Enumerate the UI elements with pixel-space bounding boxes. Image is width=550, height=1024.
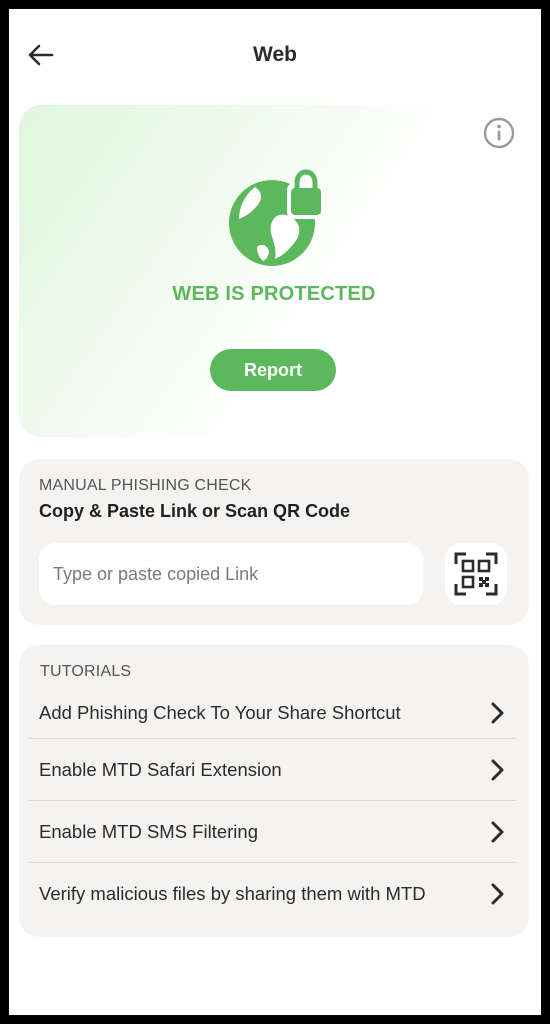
manual-phishing-check-card: MANUAL PHISHING CHECK Copy & Paste Link …: [19, 459, 529, 625]
header: Web: [9, 9, 541, 105]
info-icon: [483, 117, 515, 149]
chevron-right-icon: [491, 759, 504, 780]
qr-scan-icon: [454, 552, 498, 596]
tutorials-card: TUTORIALS Add Phishing Check To Your Sha…: [19, 645, 529, 937]
report-button[interactable]: Report: [210, 349, 336, 391]
qr-scan-button[interactable]: [445, 543, 507, 605]
section-label-tutorials: TUTORIALS: [40, 663, 132, 680]
chevron-right-icon: [491, 821, 504, 842]
tutorial-item-sms-filtering[interactable]: Enable MTD SMS Filtering: [29, 801, 517, 863]
protection-status-card: WEB IS PROTECTED Report: [19, 105, 529, 437]
tutorial-item-label: Enable MTD SMS Filtering: [39, 820, 258, 842]
tutorial-item-verify-files[interactable]: Verify malicious files by sharing them w…: [29, 863, 517, 925]
tutorial-item-label: Enable MTD Safari Extension: [39, 758, 282, 780]
section-label-manual-check: MANUAL PHISHING CHECK: [39, 477, 252, 494]
tutorial-item-share-shortcut[interactable]: Add Phishing Check To Your Share Shortcu…: [29, 687, 517, 739]
globe-lock-icon: [229, 169, 325, 266]
chevron-right-icon: [491, 702, 504, 723]
page-title: Web: [253, 43, 297, 66]
tutorial-item-label: Add Phishing Check To Your Share Shortcu…: [39, 701, 401, 723]
info-button[interactable]: [483, 117, 515, 149]
manual-check-subtitle: Copy & Paste Link or Scan QR Code: [39, 501, 351, 521]
link-input[interactable]: [39, 543, 423, 605]
tutorials-list: Add Phishing Check To Your Share Shortcu…: [29, 687, 517, 925]
chevron-right-icon: [491, 883, 504, 905]
app-screen: Web WEB IS PROTECTED Report MANUAL PHISH…: [9, 9, 541, 1015]
tutorial-item-label: Verify malicious files by sharing them w…: [39, 883, 426, 904]
tutorial-item-safari-extension[interactable]: Enable MTD Safari Extension: [29, 739, 517, 801]
status-text: WEB IS PROTECTED: [172, 283, 376, 305]
